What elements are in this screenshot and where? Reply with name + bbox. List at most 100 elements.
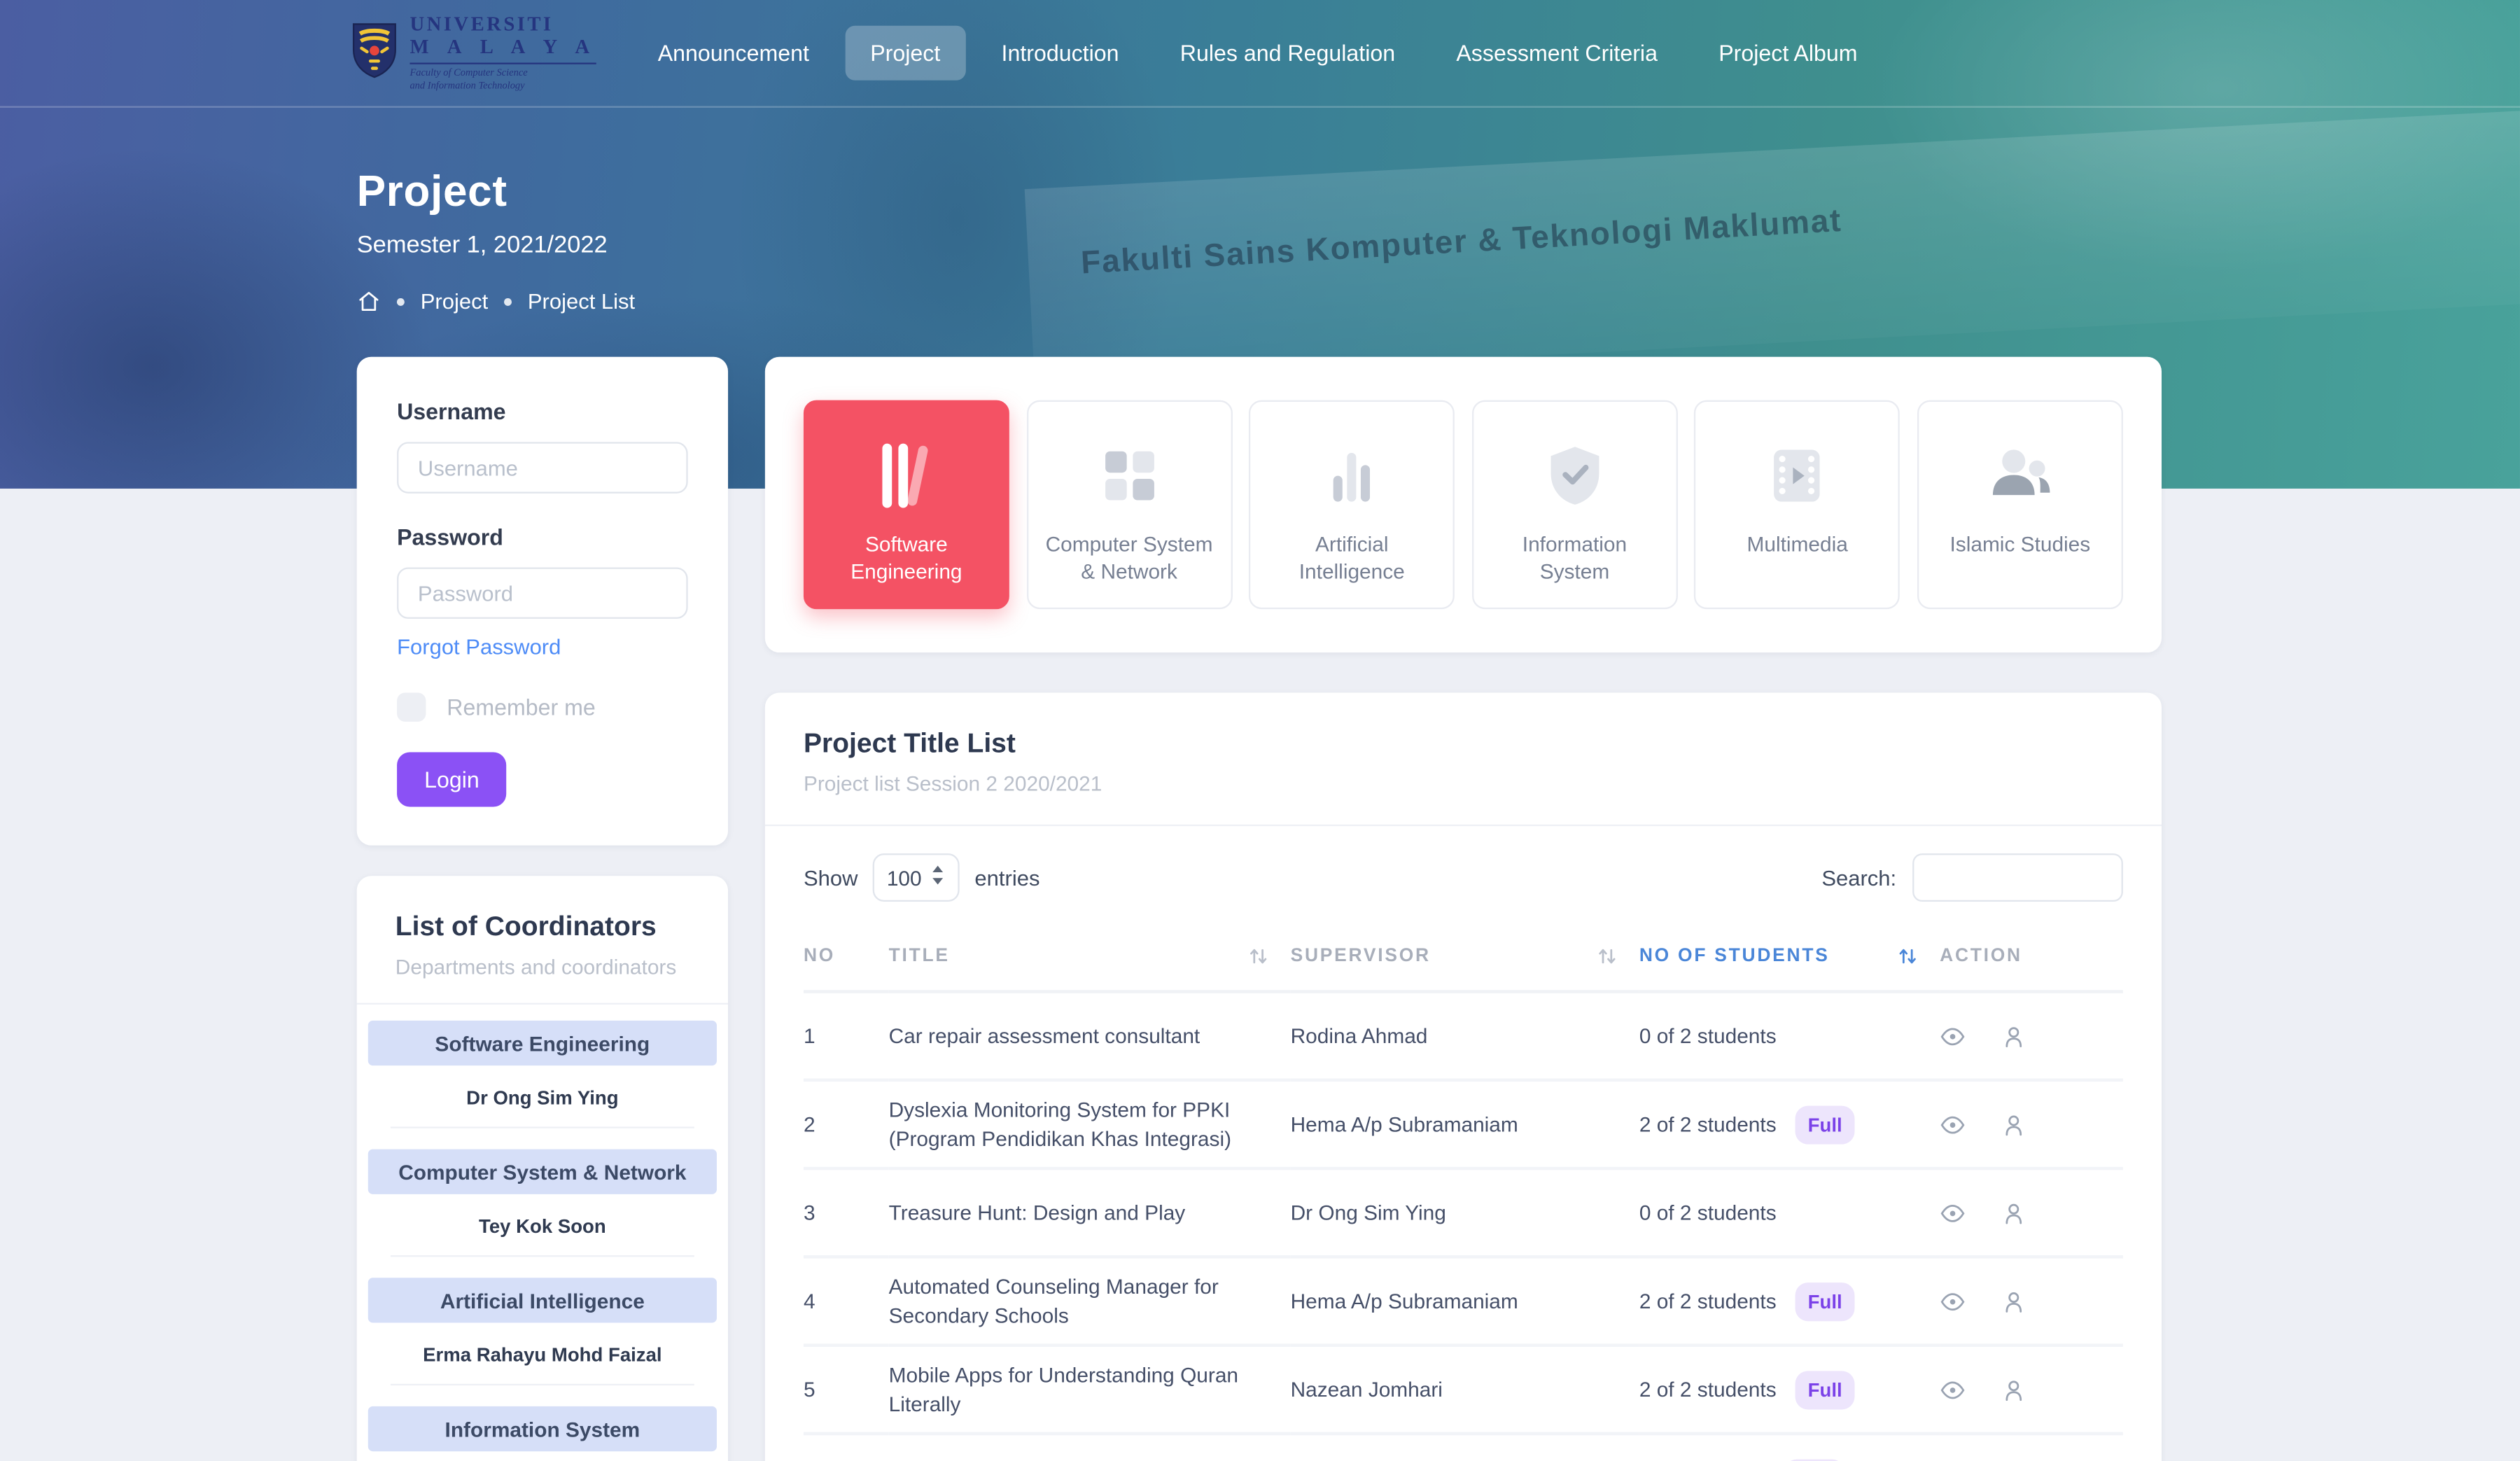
column-header-title[interactable]: TITLE <box>889 930 1291 991</box>
category-card-islamic-studies[interactable]: Islamic Studies <box>1917 400 2123 609</box>
category-card-information-system[interactable]: Information System <box>1472 400 1678 609</box>
cell-action <box>1940 1080 2123 1168</box>
user-icon[interactable] <box>2001 1288 2026 1314</box>
students-count: 0 of 2 students <box>1639 1023 1777 1047</box>
students-count: 2 of 2 students <box>1639 1288 1777 1312</box>
user-icon[interactable] <box>2001 1023 2026 1049</box>
sort-icon[interactable] <box>1597 946 1617 966</box>
department-band: Information System <box>368 1406 717 1451</box>
coordinators-list: Software Engineering Dr Ong Sim Ying Com… <box>357 1005 728 1461</box>
column-header-no-of-students[interactable]: NO OF STUDENTS <box>1639 930 1940 991</box>
remember-me-checkbox[interactable] <box>397 693 426 722</box>
login-button[interactable]: Login <box>397 752 507 806</box>
coordinator-name: Mohd Khalit Othman <box>368 1451 717 1461</box>
eye-icon[interactable] <box>1940 1288 1966 1314</box>
page-size-value: 100 <box>887 865 922 889</box>
cell-supervisor: Rodina Ahmad <box>1291 1434 1639 1461</box>
cell-no: 4 <box>804 1257 889 1345</box>
nav-item-project-album[interactable]: Project Album <box>1693 26 1883 81</box>
eye-icon[interactable] <box>1940 1200 1966 1226</box>
cell-no: 6 <box>804 1434 889 1461</box>
table-row: 1 Car repair assessment consultant Rodin… <box>804 992 2123 1080</box>
cell-no: 1 <box>804 992 889 1080</box>
eye-icon[interactable] <box>1940 1112 1966 1138</box>
nav-item-rules-and-regulation[interactable]: Rules and Regulation <box>1154 26 1421 81</box>
department-band: Artificial Intelligence <box>368 1278 717 1322</box>
password-group: Password <box>397 524 688 618</box>
divider <box>391 1255 694 1257</box>
cell-action <box>1940 1345 2123 1434</box>
password-label: Password <box>397 524 503 550</box>
bar-chart-icon <box>1322 440 1382 511</box>
university-logo-text: UNIVERSITI M A L A Y A Faculty of Comput… <box>410 14 596 92</box>
cell-title: Auto Story Telling <box>889 1434 1291 1461</box>
category-label: Software Engineering <box>805 531 1007 585</box>
home-icon[interactable] <box>357 289 381 313</box>
page-subtitle: Semester 1, 2021/2022 <box>357 232 635 259</box>
remember-me-label: Remember me <box>447 694 596 720</box>
cell-students: 2 of 2 students Full <box>1639 1345 1940 1434</box>
user-icon[interactable] <box>2001 1112 2026 1138</box>
grid-icon <box>1098 440 1159 511</box>
full-badge: Full <box>1795 1105 1855 1143</box>
content-column: Software Engineering Computer System & N… <box>765 357 2162 1461</box>
books-icon <box>878 440 936 511</box>
breadcrumb-project[interactable]: Project <box>421 289 488 313</box>
top-navbar: UNIVERSITI M A L A Y A Faculty of Comput… <box>0 0 2520 108</box>
cell-title: Automated Counseling Manager for Seconda… <box>889 1257 1291 1345</box>
cell-no: 5 <box>804 1345 889 1434</box>
category-label: Artificial Intelligence <box>1251 531 1453 585</box>
category-card-software-engineering[interactable]: Software Engineering <box>804 400 1009 609</box>
coordinator-name: Tey Kok Soon <box>368 1194 717 1255</box>
nav-item-announcement[interactable]: Announcement <box>632 26 835 81</box>
search-input[interactable] <box>1912 853 2123 902</box>
logo-line2: M A L A Y A <box>410 37 596 57</box>
table-row: 4 Automated Counseling Manager for Secon… <box>804 1257 2123 1345</box>
nav-item-assessment-criteria[interactable]: Assessment Criteria <box>1431 26 1684 81</box>
sort-icon[interactable] <box>1898 946 1917 966</box>
breadcrumb-project-list[interactable]: Project List <box>528 289 635 313</box>
page-size-select[interactable]: 100 <box>872 853 960 902</box>
remember-me-row: Remember me <box>397 693 688 722</box>
page: Fakulti Sains Komputer & Teknologi Maklu… <box>0 0 2520 1461</box>
list-item: Computer System & Network Tey Kok Soon <box>368 1149 717 1257</box>
column-header-no: NO <box>804 930 889 991</box>
cell-title: Treasure Hunt: Design and Play <box>889 1168 1291 1257</box>
sidebar: Username Password Forgot Password Rememb… <box>357 357 728 1461</box>
nav-item-project[interactable]: Project <box>844 26 966 81</box>
user-icon[interactable] <box>2001 1376 2026 1402</box>
forgot-password-link[interactable]: Forgot Password <box>397 635 561 659</box>
list-item: Information System Mohd Khalit Othman <box>368 1406 717 1461</box>
cell-students: 0 of 2 students <box>1639 992 1940 1080</box>
department-band: Software Engineering <box>368 1021 717 1065</box>
column-header-action: ACTION <box>1940 930 2123 991</box>
cell-title: Car repair assessment consultant <box>889 992 1291 1080</box>
students-count: 2 of 2 students <box>1639 1112 1777 1135</box>
university-logo[interactable]: UNIVERSITI M A L A Y A Faculty of Comput… <box>351 14 597 92</box>
category-label: Multimedia <box>1734 531 1861 558</box>
category-panel: Software Engineering Computer System & N… <box>765 357 2162 652</box>
category-card-computer-system-network[interactable]: Computer System & Network <box>1026 400 1232 609</box>
category-card-multimedia[interactable]: Multimedia <box>1695 400 1900 609</box>
cell-supervisor: Hema A/p Subramaniam <box>1291 1257 1639 1345</box>
entries-label: entries <box>974 865 1040 889</box>
film-icon <box>1767 440 1828 511</box>
cell-action <box>1940 1168 2123 1257</box>
coordinators-card: List of Coordinators Departments and coo… <box>357 876 728 1461</box>
user-icon[interactable] <box>2001 1200 2026 1226</box>
cell-no: 3 <box>804 1168 889 1257</box>
category-label: Computer System & Network <box>1028 531 1230 585</box>
password-input[interactable] <box>397 567 688 618</box>
column-header-supervisor[interactable]: SUPERVISOR <box>1291 930 1639 991</box>
table-header-row: NO TITLE <box>804 930 2123 991</box>
username-input[interactable] <box>397 442 688 493</box>
nav-item-introduction[interactable]: Introduction <box>976 26 1144 81</box>
eye-icon[interactable] <box>1940 1023 1966 1049</box>
eye-icon[interactable] <box>1940 1376 1966 1402</box>
sort-icon[interactable] <box>1249 946 1268 966</box>
category-card-artificial-intelligence[interactable]: Artificial Intelligence <box>1249 400 1455 609</box>
cell-supervisor: Rodina Ahmad <box>1291 992 1639 1080</box>
search-control: Search: <box>1821 853 2123 902</box>
shield-check-icon <box>1546 440 1604 511</box>
cell-no: 2 <box>804 1080 889 1168</box>
